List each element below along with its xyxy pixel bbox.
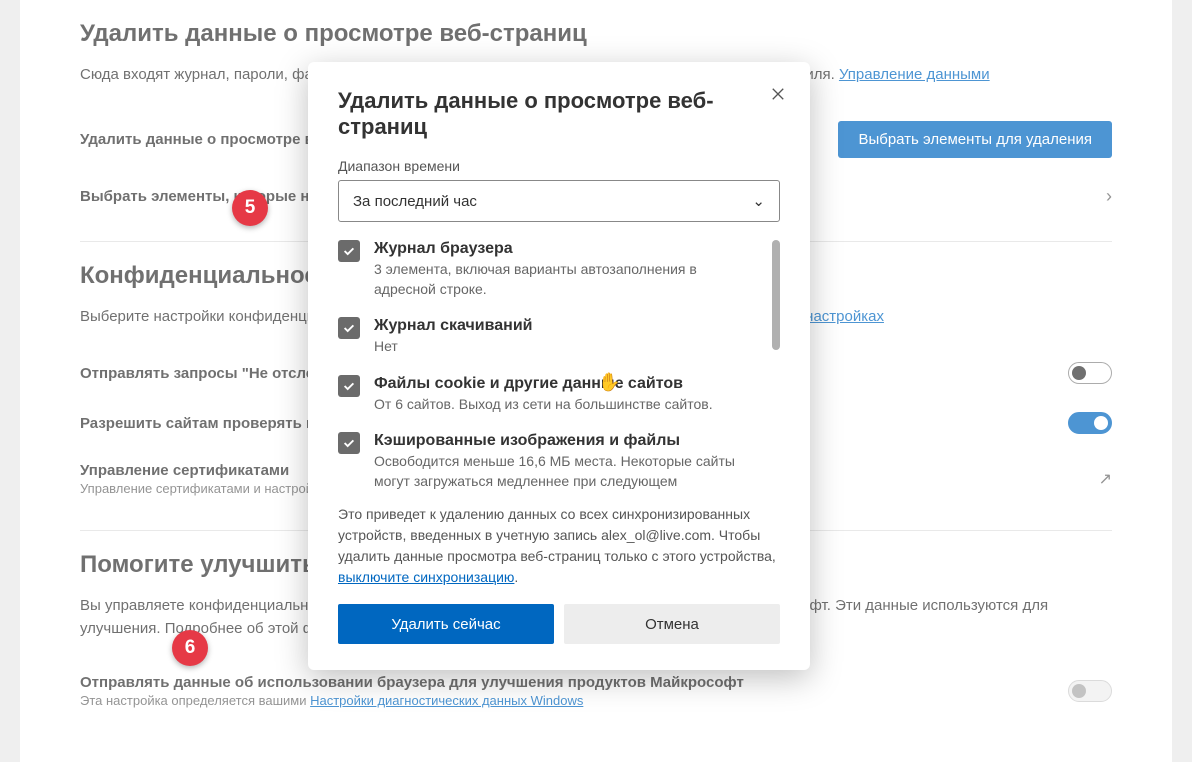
option-cookies: Файлы cookie и другие данные сайтов От 6…: [338, 375, 762, 415]
time-range-select[interactable]: За последний час ⌄: [338, 180, 780, 222]
close-button[interactable]: [764, 80, 792, 108]
checkbox-browsing-history[interactable]: [338, 240, 360, 262]
checkbox-download-history[interactable]: [338, 317, 360, 339]
sync-note: Это приведет к удалению данных со всех с…: [338, 504, 780, 588]
annotation-badge-6: 6: [172, 630, 208, 666]
dialog-title: Удалить данные о просмотре веб-страниц: [338, 88, 780, 140]
scrollbar-thumb[interactable]: [772, 240, 780, 350]
checkbox-cookies[interactable]: [338, 375, 360, 397]
cursor-hand-icon: ✋: [598, 372, 620, 393]
option-download-history: Журнал скачиваний Нет: [338, 317, 762, 357]
option-cached: Кэшированные изображения и файлы Освобод…: [338, 432, 762, 490]
clear-data-dialog: Удалить данные о просмотре веб-страниц Д…: [308, 62, 810, 670]
chevron-down-icon: ⌄: [752, 192, 765, 210]
delete-now-button[interactable]: Удалить сейчас: [338, 604, 554, 644]
annotation-badge-5: 5: [232, 190, 268, 226]
cancel-button[interactable]: Отмена: [564, 604, 780, 644]
checkbox-cached[interactable]: [338, 432, 360, 454]
option-browsing-history: Журнал браузера 3 элемента, включая вари…: [338, 240, 762, 299]
options-scroll-area: Журнал браузера 3 элемента, включая вари…: [338, 240, 780, 490]
time-range-label: Диапазон времени: [338, 158, 780, 174]
disable-sync-link[interactable]: выключите синхронизацию: [338, 569, 514, 585]
